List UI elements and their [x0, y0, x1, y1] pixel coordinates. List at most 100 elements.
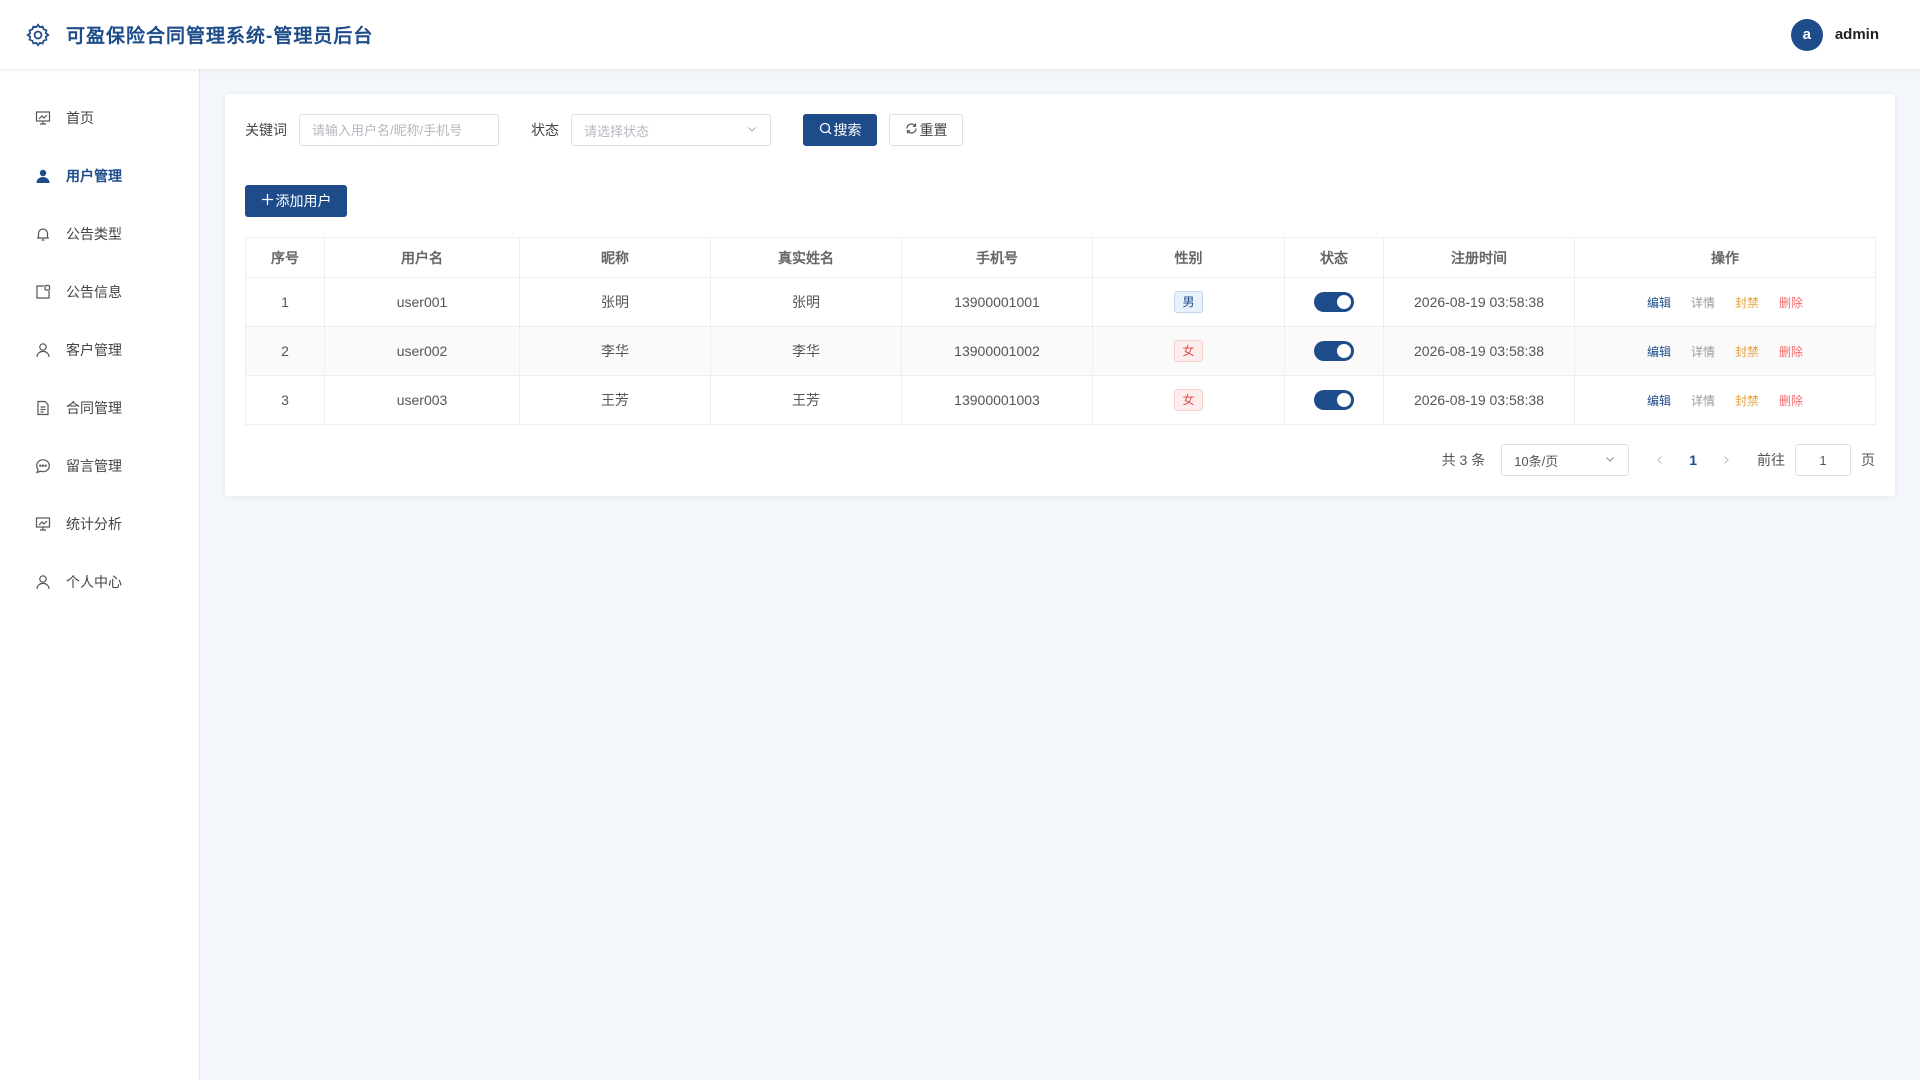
- chat-bubble-icon: [34, 457, 52, 475]
- sidebar-item-label: 首页: [66, 110, 94, 126]
- add-user-label: 添加用户: [275, 193, 332, 209]
- gender-tag: 男: [1174, 291, 1203, 313]
- user-icon: [34, 341, 52, 359]
- cell-realname: 张明: [710, 277, 902, 327]
- page-number[interactable]: 1: [1689, 452, 1697, 468]
- column-header: 注册时间: [1383, 237, 1575, 278]
- bell-icon: [34, 225, 52, 243]
- cell-username: user001: [324, 277, 520, 327]
- cell-status: [1284, 277, 1384, 327]
- column-header: 性别: [1092, 237, 1285, 278]
- table-header-row: 序号 用户名 昵称 真实姓名 手机号 性别 状态 注册时间 操作: [245, 237, 1876, 278]
- column-header: 状态: [1284, 237, 1384, 278]
- sidebar-item-users[interactable]: 用户管理: [0, 147, 199, 205]
- sidebar-item-home[interactable]: 首页: [0, 89, 199, 147]
- avatar[interactable]: a: [1790, 18, 1823, 51]
- goto-page-input[interactable]: [1795, 444, 1851, 476]
- column-header: 昵称: [519, 237, 711, 278]
- brand: 可盈保险合同管理系统-管理员后台: [24, 21, 373, 49]
- sidebar: 首页 用户管理 公告类型 公告信息 客户管理 合同管理 留言管理 统计分析 个人…: [0, 69, 200, 1080]
- sidebar-item-customers[interactable]: 客户管理: [0, 321, 199, 379]
- cell-index: 3: [245, 375, 325, 425]
- cell-ops: 编辑 详情 封禁 删除: [1574, 277, 1876, 327]
- sidebar-item-contracts[interactable]: 合同管理: [0, 379, 199, 437]
- cell-phone: 13900001001: [901, 277, 1093, 327]
- user-filled-icon: [34, 167, 52, 185]
- sidebar-item-label: 用户管理: [66, 168, 122, 184]
- status-toggle[interactable]: [1314, 292, 1354, 312]
- goto-unit: 页: [1861, 452, 1875, 468]
- detail-link[interactable]: 详情: [1691, 294, 1715, 311]
- sidebar-item-notices[interactable]: 公告信息: [0, 263, 199, 321]
- status-select[interactable]: 请选择状态: [571, 114, 771, 146]
- user-icon: [34, 573, 52, 591]
- sidebar-item-profile[interactable]: 个人中心: [0, 553, 199, 611]
- status-toggle[interactable]: [1314, 341, 1354, 361]
- filter-bar: 关键词 状态 请选择状态 搜索 重置: [245, 114, 963, 146]
- delete-link[interactable]: 删除: [1779, 343, 1803, 360]
- search-button[interactable]: 搜索: [803, 114, 877, 146]
- delete-link[interactable]: 删除: [1779, 392, 1803, 409]
- cell-nickname: 张明: [519, 277, 711, 327]
- refresh-icon: [905, 122, 918, 138]
- user-menu[interactable]: a admin: [1790, 18, 1879, 51]
- ban-link[interactable]: 封禁: [1735, 392, 1759, 409]
- cell-username: user003: [324, 375, 520, 425]
- cell-ops: 编辑 详情 封禁 删除: [1574, 326, 1876, 376]
- sidebar-item-label: 统计分析: [66, 516, 122, 532]
- delete-link[interactable]: 删除: [1779, 294, 1803, 311]
- keyword-label: 关键词: [245, 122, 287, 138]
- sidebar-item-notice-types[interactable]: 公告类型: [0, 205, 199, 263]
- total-count: 共 3 条: [1441, 452, 1486, 468]
- cell-username: user002: [324, 326, 520, 376]
- sidebar-item-label: 公告类型: [66, 226, 122, 242]
- search-button-label: 搜索: [833, 122, 862, 138]
- sidebar-item-label: 个人中心: [66, 574, 122, 590]
- sidebar-item-label: 公告信息: [66, 284, 122, 300]
- detail-link[interactable]: 详情: [1691, 392, 1715, 409]
- cell-created: 2026-08-19 03:58:38: [1383, 277, 1575, 327]
- edit-link[interactable]: 编辑: [1647, 343, 1671, 360]
- status-select-placeholder: 请选择状态: [584, 123, 650, 139]
- keyword-input[interactable]: [299, 114, 499, 146]
- column-header: 真实姓名: [710, 237, 902, 278]
- chevron-down-icon: [1604, 453, 1616, 468]
- sidebar-item-messages[interactable]: 留言管理: [0, 437, 199, 495]
- reset-button[interactable]: 重置: [889, 114, 963, 146]
- detail-link[interactable]: 详情: [1691, 343, 1715, 360]
- cell-realname: 王芳: [710, 375, 902, 425]
- cell-created: 2026-08-19 03:58:38: [1383, 326, 1575, 376]
- ban-link[interactable]: 封禁: [1735, 343, 1759, 360]
- table-row: 3 user003 王芳 王芳 13900001003 女 2026-08-19…: [245, 375, 1876, 425]
- pagination: 共 3 条 10条/页 1 前往 页: [1442, 444, 1875, 476]
- chevron-right-icon[interactable]: [1721, 452, 1731, 468]
- chevron-left-icon[interactable]: [1655, 452, 1665, 468]
- ban-link[interactable]: 封禁: [1735, 294, 1759, 311]
- cell-created: 2026-08-19 03:58:38: [1383, 375, 1575, 425]
- cell-nickname: 李华: [519, 326, 711, 376]
- gender-tag: 女: [1174, 389, 1203, 411]
- reset-button-label: 重置: [919, 122, 948, 138]
- document-icon: [34, 399, 52, 417]
- cell-gender: 女: [1092, 326, 1285, 376]
- plus-icon: [261, 193, 274, 209]
- user-management-panel: 关键词 状态 请选择状态 搜索 重置 添加用户: [225, 94, 1895, 496]
- app-title: 可盈保险合同管理系统-管理员后台: [66, 26, 374, 47]
- cell-phone: 13900001003: [901, 375, 1093, 425]
- sidebar-item-statistics[interactable]: 统计分析: [0, 495, 199, 553]
- gender-tag: 女: [1174, 340, 1203, 362]
- cell-gender: 男: [1092, 277, 1285, 327]
- add-user-button[interactable]: 添加用户: [245, 185, 347, 217]
- cell-index: 1: [245, 277, 325, 327]
- chevron-down-icon: [746, 123, 758, 138]
- presentation-chart-icon: [34, 109, 52, 127]
- username[interactable]: admin: [1835, 26, 1879, 43]
- cell-gender: 女: [1092, 375, 1285, 425]
- edit-link[interactable]: 编辑: [1647, 294, 1671, 311]
- column-header: 用户名: [324, 237, 520, 278]
- page-size-value: 10条/页: [1514, 453, 1559, 469]
- status-toggle[interactable]: [1314, 390, 1354, 410]
- user-table: 序号 用户名 昵称 真实姓名 手机号 性别 状态 注册时间 操作 1 user0…: [245, 237, 1876, 425]
- page-size-select[interactable]: 10条/页: [1501, 444, 1630, 476]
- edit-link[interactable]: 编辑: [1647, 392, 1671, 409]
